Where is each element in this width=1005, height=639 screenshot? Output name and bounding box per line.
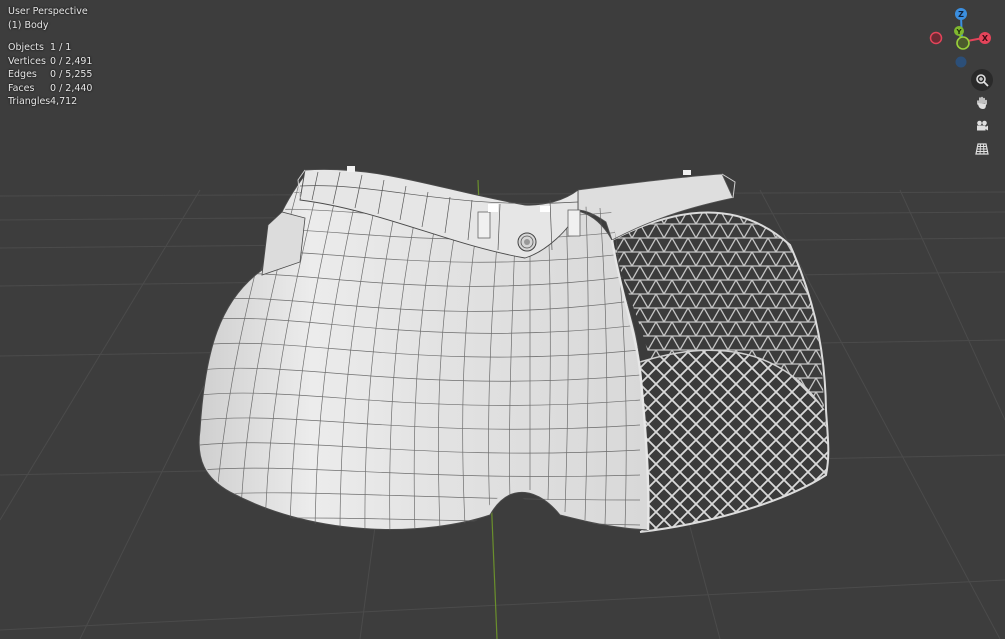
gizmo-z-label: Z bbox=[958, 10, 964, 19]
gizmo-x-label: X bbox=[982, 34, 989, 43]
navigation-gizmo[interactable]: Z Y X bbox=[925, 4, 999, 70]
zoom-button[interactable] bbox=[971, 69, 993, 91]
active-object-label: (1) Body bbox=[8, 20, 49, 31]
stat-value: 0 / 2,440 bbox=[50, 82, 93, 94]
gizmo-y-label: Y bbox=[955, 28, 962, 36]
stat-label: Edges bbox=[8, 69, 37, 81]
stat-value: 1 / 1 bbox=[50, 42, 72, 53]
camera-button[interactable] bbox=[971, 115, 993, 137]
gizmo-neg-z[interactable] bbox=[955, 56, 967, 68]
stat-value: 0 / 2,491 bbox=[50, 55, 93, 67]
stat-row-triangles: Triangles 4,712 bbox=[8, 95, 92, 109]
stat-label: Vertices bbox=[8, 55, 46, 67]
ortho-toggle-button[interactable] bbox=[971, 138, 993, 160]
grid-ortho-icon bbox=[975, 143, 989, 155]
stat-label: Triangles bbox=[8, 96, 51, 108]
pan-button[interactable] bbox=[971, 92, 993, 114]
gizmo-center[interactable] bbox=[956, 36, 970, 50]
stat-value: 4,712 bbox=[50, 96, 78, 108]
camera-icon bbox=[977, 120, 988, 131]
scene-statistics: Objects 1 / 1 Vertices 0 / 2,491 Edges 0… bbox=[8, 41, 92, 109]
stat-label: Faces bbox=[8, 82, 35, 94]
viewport-scene[interactable] bbox=[0, 0, 1005, 639]
stat-row-objects: Objects 1 / 1 bbox=[8, 41, 92, 55]
gizmo-neg-x[interactable] bbox=[929, 31, 943, 45]
pan-hand-icon bbox=[977, 96, 987, 109]
stat-value: 0 / 5,255 bbox=[50, 69, 93, 81]
3d-viewport[interactable]: User Perspective (1) Body Objects 1 / 1 … bbox=[0, 0, 1005, 639]
stat-row-vertices: Vertices 0 / 2,491 bbox=[8, 55, 92, 69]
stat-row-edges: Edges 0 / 5,255 bbox=[8, 68, 92, 82]
stat-row-faces: Faces 0 / 2,440 bbox=[8, 82, 92, 96]
view-name-label: User Perspective bbox=[8, 6, 88, 17]
zoom-icon bbox=[976, 74, 989, 87]
stat-label: Objects bbox=[8, 42, 44, 53]
